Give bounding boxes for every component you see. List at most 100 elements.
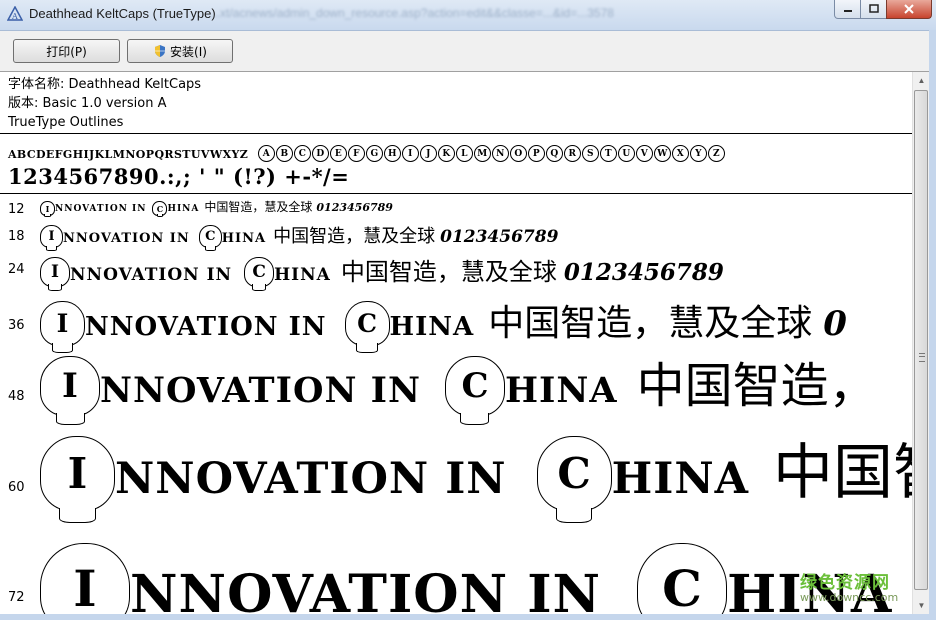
size-label: 48 [8,389,25,404]
info-separator [0,133,912,134]
font-info: 字体名称: Deathhead KeltCaps 版本: Basic 1.0 v… [8,75,201,132]
vertical-scrollbar[interactable]: ▲ ▼ [912,72,930,614]
sample-word: hina [611,454,750,504]
maximize-button[interactable] [860,0,887,19]
font-name-line: 字体名称: Deathhead KeltCaps [8,77,202,92]
sample-cjk-text: 中国智造，慧及全球 [273,226,436,247]
scroll-up-arrow-icon[interactable]: ▲ [913,72,930,89]
skull-cap-letter: W [653,145,671,162]
install-button-label: 安装(I) [170,44,207,59]
sample-row-24: Innovation in China 中国智造，慧及全球 0123456789 [40,252,724,292]
font-viewer-icon: A [7,6,23,21]
sample-word: nnovation in [70,265,233,285]
scroll-thumb[interactable] [914,90,928,590]
sample-digits: 0123456789 [316,201,393,214]
size-label: 12 [8,202,25,217]
skull-cap-letter: D [311,145,329,162]
watermark: 绿色资源网 www.downcc.com [800,568,898,604]
sample-cjk-text: 中国智造，慧及全球 [204,200,313,214]
install-button[interactable]: 安装(I) [127,39,233,63]
skull-capital: C [198,225,222,251]
skull-capital: I [40,356,100,426]
alphabet-lowercase: abcdefghijklmnopqrstuvwxyz [8,148,249,161]
sample-row-60: Innovation in China 中国智 [40,424,936,524]
maximize-icon [868,4,879,13]
sample-cjk-text: 中国智造，慧及全球 [340,258,557,286]
skull-cap-letter: G [365,145,383,162]
skull-cap-letter: T [599,145,617,162]
skull-capital: C [344,301,390,353]
sample-word: nnovation in [55,204,147,214]
sample-cjk-text: 中国智造，慧及全球 [488,303,813,344]
window-title-blurred: ...xt/acnews/admin_down_resource.asp?act… [210,6,614,20]
sample-word: hina [221,231,267,246]
skull-cap-letter: K [437,145,455,162]
skull-capital: C [152,201,168,218]
font-type-line: TrueType Outlines [8,115,124,130]
skull-cap-letter: M [473,145,491,162]
skull-capital: I [40,436,115,524]
window-frame-bottom [0,614,936,620]
skull-cap-letter: N [491,145,509,162]
size-label: 24 [8,262,25,277]
sample-digits: 0123456789 [563,259,724,286]
skull-capital: I [40,201,55,218]
sample-word: nnovation in [130,564,602,620]
sample-cjk-text: 中国智造， [636,358,877,414]
font-version-line: 版本: Basic 1.0 version A [8,96,167,111]
sample-word: nnovation in [100,370,421,411]
skull-cap-letter: Y [689,145,707,162]
minimize-button[interactable] [834,0,861,19]
skull-capital: I [40,543,130,620]
skull-cap-letter: X [671,145,689,162]
skull-capital: I [40,257,70,292]
print-button-label: 打印(P) [46,44,87,59]
title-bar[interactable]: A Deathhead KeltCaps (TrueType) ...xt/ac… [0,0,936,31]
sample-word: hina [504,370,618,411]
skull-cap-letter: Q [545,145,563,162]
window-title: Deathhead KeltCaps (TrueType) [29,6,216,21]
font-preview-area: 字体名称: Deathhead KeltCaps 版本: Basic 1.0 v… [0,72,936,620]
toolbar: 打印(P) 安装(I) [0,31,936,72]
skull-cap-letter: O [509,145,527,162]
skull-cap-letter: S [581,145,599,162]
skull-cap-letter: U [617,145,635,162]
sample-digits: 0123456789 [440,227,559,247]
skull-cap-letter: B [275,145,293,162]
sample-row-12: Innovation in China 中国智造，慧及全球 0123456789 [40,198,393,218]
sample-word: hina [274,265,331,285]
skull-cap-letter: I [401,145,419,162]
svg-text:A: A [11,12,18,21]
sample-word: nnovation in [85,312,327,342]
caption-buttons [834,0,932,20]
window-frame-right [929,30,936,620]
sample-row-18: Innovation in China 中国智造，慧及全球 0123456789 [40,222,559,251]
size-label: 60 [8,480,25,495]
sample-word: nnovation in [63,231,190,246]
alphabet-skull-caps: ABCDEFGHIJKLMNOPQRSTUVWXYZ [257,145,726,162]
sample-row-36: Innovation in China 中国智造，慧及全球 0 [40,294,847,353]
size-label: 18 [8,229,25,244]
scroll-down-arrow-icon[interactable]: ▼ [913,597,930,614]
size-label: 72 [8,590,25,605]
print-button[interactable]: 打印(P) [13,39,120,63]
minimize-icon [843,10,852,12]
charset-alphabet-row: abcdefghijklmnopqrstuvwxyz ABCDEFGHIJKLM… [8,143,726,162]
skull-cap-letter: H [383,145,401,162]
uac-shield-icon [155,45,166,57]
close-button[interactable] [886,0,932,19]
size-label: 36 [8,318,25,333]
skull-cap-letter: R [563,145,581,162]
skull-cap-letter: L [455,145,473,162]
skull-cap-letter: F [347,145,365,162]
skull-capital: C [536,436,612,524]
watermark-url: www.downcc.com [800,591,899,604]
sample-word: hina [167,204,200,214]
skull-cap-letter: J [419,145,437,162]
skull-cap-letter: E [329,145,347,162]
close-icon [904,4,914,14]
sample-row-48: Innovation in China 中国智造， [40,346,891,426]
skull-capital: C [444,356,505,426]
skull-capital: I [40,225,63,251]
grip-icon [919,353,925,362]
